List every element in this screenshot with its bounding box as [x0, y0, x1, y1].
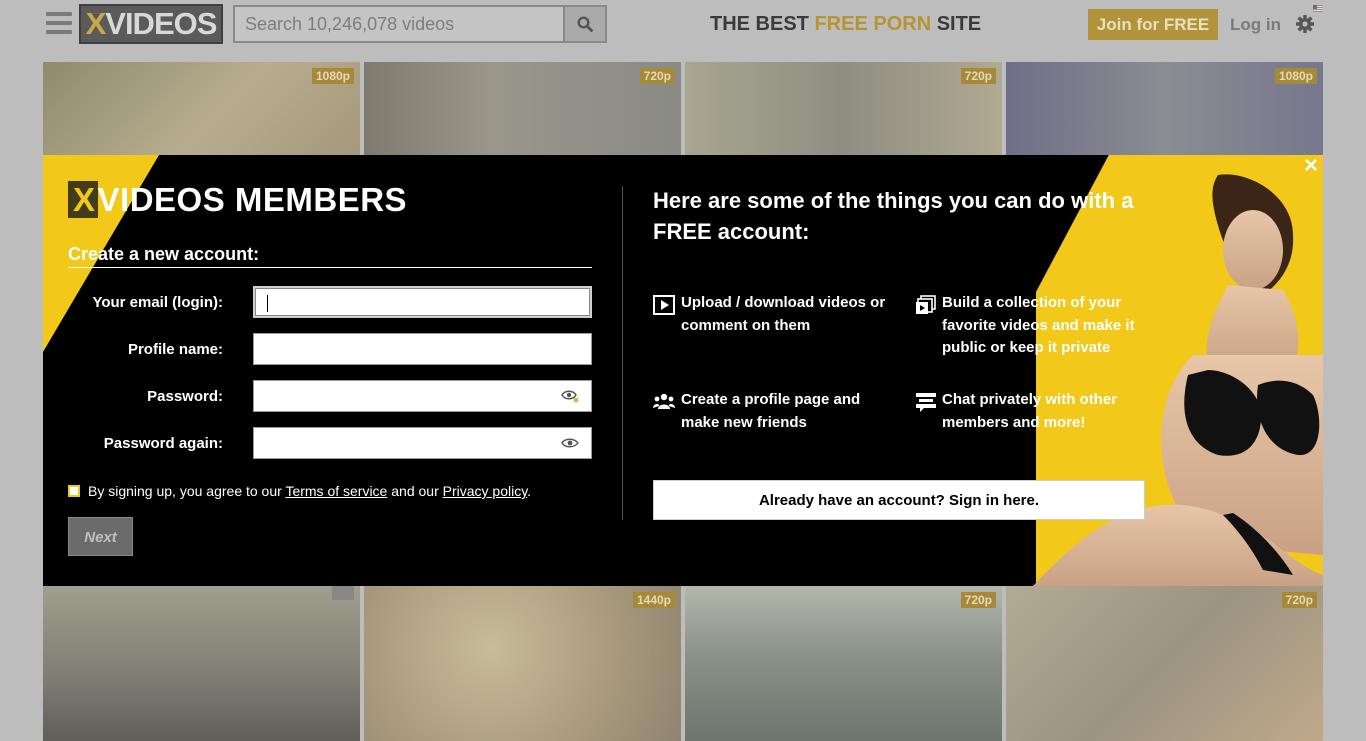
friends-icon — [653, 393, 675, 409]
text-caret — [267, 295, 268, 312]
next-button[interactable]: Next — [68, 517, 133, 556]
create-account-heading: Create a new account: — [68, 244, 260, 264]
login-link[interactable]: Log in — [1230, 15, 1281, 35]
us-flag-icon[interactable] — [1313, 5, 1323, 12]
terms-mid: and our — [387, 483, 443, 499]
title-x: X — [68, 181, 98, 218]
video-thumbnail[interactable]: 1440p — [364, 586, 681, 741]
title-rest: VIDEOS MEMBERS — [97, 181, 408, 218]
search-icon — [577, 16, 593, 32]
video-thumbnail[interactable] — [43, 586, 360, 741]
video-thumbnail[interactable]: 720p — [685, 586, 1002, 741]
video-thumbnail[interactable]: 720p — [364, 62, 681, 155]
column-divider — [622, 186, 623, 520]
close-modal-button[interactable]: × — [1299, 155, 1323, 179]
password-again-field[interactable] — [253, 427, 592, 459]
menu-icon[interactable] — [46, 12, 72, 36]
resolution-badge: 1080p — [1274, 68, 1317, 84]
chat-icon — [916, 393, 936, 412]
password-field[interactable] — [253, 380, 592, 412]
search-button[interactable] — [565, 5, 607, 43]
password-again-label: Password again: — [103, 435, 223, 452]
feature-collection: Build a collection of your favorite vide… — [942, 294, 1135, 356]
video-thumbnail[interactable]: 720p — [1006, 586, 1323, 741]
tagline-highlight: FREE PORN — [814, 13, 932, 35]
search-input[interactable] — [233, 5, 565, 43]
resolution-badge: 720p — [960, 592, 996, 608]
play-icon — [653, 295, 675, 315]
video-thumbnail[interactable]: 1080p — [1006, 62, 1323, 155]
show-password-icon[interactable] — [561, 436, 579, 450]
search-bar — [233, 5, 607, 43]
show-password-icon[interactable] — [561, 389, 579, 403]
join-button[interactable]: Join for FREE — [1088, 9, 1218, 40]
site-logo[interactable]: XVIDEOS — [79, 4, 223, 44]
terms-pre: By signing up, you agree to our — [88, 483, 286, 499]
sign-in-button[interactable]: Already have an account? Sign in here. — [653, 480, 1145, 520]
terms-post: . — [527, 483, 532, 499]
password-label: Password: — [147, 388, 223, 405]
terms-of-service-link[interactable]: Terms of service — [285, 483, 387, 499]
logo-text: VIDEOS — [105, 6, 217, 41]
resolution-badge: 720p — [1281, 592, 1317, 608]
profile-name-label: Profile name: — [127, 341, 223, 358]
resolution-badge: 720p — [960, 68, 996, 84]
resolution-badge: 1080p — [311, 68, 354, 84]
resolution-badge: 720p — [639, 68, 675, 84]
profile-name-field[interactable] — [253, 333, 592, 365]
tagline-pre: THE BEST — [710, 13, 815, 35]
site-tagline: THE BEST FREE PORN SITE — [710, 13, 981, 36]
benefits-heading: Here are some of the things you can do w… — [653, 188, 1134, 244]
privacy-policy-link[interactable]: Privacy policy — [443, 483, 528, 499]
terms-checkbox[interactable] — [68, 485, 80, 497]
resolution-badge: 1440p — [632, 592, 675, 608]
collection-icon — [916, 295, 936, 314]
terms-text: By signing up, you agree to our Terms of… — [88, 483, 531, 499]
feature-profile: Create a profile page and make new frien… — [681, 391, 861, 431]
watched-eye-icon — [332, 586, 354, 600]
site-header: XVIDEOS THE BEST FREE PORN SITE Join for… — [0, 0, 1366, 50]
feature-chat: Chat privately with other members and mo… — [942, 391, 1118, 431]
email-label: Your email (login): — [92, 294, 223, 311]
feature-upload: Upload / download videos or comment on t… — [681, 294, 886, 334]
modal-title: XVIDEOS MEMBERS — [68, 181, 407, 219]
signup-modal: × XVIDEOS MEMBERS Create a new account: … — [43, 155, 1323, 586]
email-field[interactable] — [253, 286, 592, 318]
logo-x: X — [85, 6, 107, 41]
heading-divider — [68, 267, 592, 268]
video-thumbnail[interactable]: 1080p — [43, 62, 360, 155]
gear-icon[interactable] — [1295, 14, 1315, 34]
video-thumbnail[interactable]: 720p — [685, 62, 1002, 155]
tagline-post: SITE — [931, 13, 982, 35]
